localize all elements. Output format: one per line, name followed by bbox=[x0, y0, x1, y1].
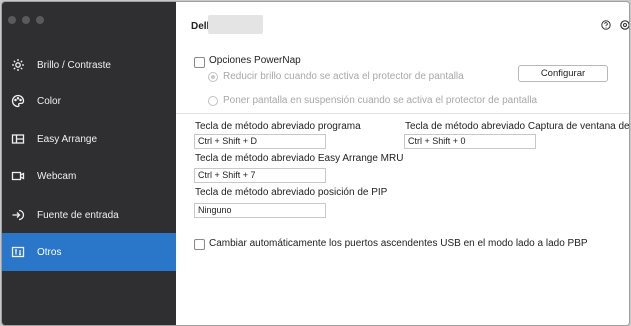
minimize-window-button[interactable] bbox=[22, 16, 30, 24]
program-shortcut-label: Tecla de método abreviado programa bbox=[195, 121, 361, 132]
program-shortcut-field[interactable]: Ctrl + Shift + D bbox=[194, 134, 326, 149]
sidebar-item-label: Otros bbox=[37, 246, 62, 258]
powernap-dim-radio[interactable] bbox=[208, 72, 218, 82]
capture-shortcut-label: Tecla de método abreviado Captura de ven… bbox=[405, 121, 630, 132]
sidebar-item-label: Fuente de entrada bbox=[37, 209, 119, 221]
powernap-sleep-label: Poner pantalla en suspensión cuando se a… bbox=[223, 95, 538, 106]
app-window: Brillo / Contraste Color Easy Arrange We… bbox=[1, 1, 630, 326]
sidebar-item-input-source[interactable]: Fuente de entrada bbox=[2, 196, 176, 234]
usb-auto-switch-checkbox[interactable] bbox=[194, 239, 205, 250]
configure-button[interactable]: Configurar bbox=[518, 65, 608, 82]
powernap-sleep-radio[interactable] bbox=[208, 96, 218, 106]
main-panel: Dell Opciones PowerNap Reducir brillo cu… bbox=[176, 2, 629, 325]
sidebar-item-brightness-contrast[interactable]: Brillo / Contraste bbox=[2, 46, 176, 84]
usb-auto-switch-label: Cambiar automáticamente los puertos asce… bbox=[209, 238, 588, 249]
monitor-model-redacted bbox=[208, 15, 263, 34]
powernap-checkbox[interactable] bbox=[194, 57, 205, 68]
close-window-button[interactable] bbox=[8, 16, 16, 24]
webcam-icon bbox=[11, 169, 25, 183]
input-source-icon bbox=[11, 208, 25, 222]
sidebar-item-label: Easy Arrange bbox=[37, 133, 98, 145]
pip-shortcut-label: Tecla de método abreviado posición de PI… bbox=[195, 187, 388, 198]
sidebar-item-label: Webcam bbox=[37, 170, 77, 182]
capture-shortcut-field[interactable]: Ctrl + Shift + 0 bbox=[404, 134, 536, 149]
sidebar: Brillo / Contraste Color Easy Arrange We… bbox=[2, 2, 176, 325]
layout-icon bbox=[11, 132, 25, 146]
easy-arrange-shortcut-field[interactable]: Ctrl + Shift + 7 bbox=[194, 168, 326, 183]
pip-shortcut-field[interactable]: Ninguno bbox=[194, 203, 326, 218]
monitor-model-label: Dell bbox=[191, 21, 210, 32]
help-icon[interactable] bbox=[601, 20, 611, 30]
easy-arrange-shortcut-label: Tecla de método abreviado Easy Arrange M… bbox=[195, 153, 404, 164]
sidebar-item-webcam[interactable]: Webcam bbox=[2, 157, 176, 195]
brightness-icon bbox=[11, 58, 25, 72]
palette-icon bbox=[11, 94, 25, 108]
sidebar-item-label: Color bbox=[37, 95, 61, 107]
powernap-dim-label: Reducir brillo cuando se activa el prote… bbox=[223, 71, 464, 82]
window-controls bbox=[8, 16, 44, 24]
sidebar-item-color[interactable]: Color bbox=[2, 82, 176, 120]
settings-icon[interactable] bbox=[619, 19, 629, 31]
powernap-label: Opciones PowerNap bbox=[209, 55, 301, 66]
section-divider bbox=[176, 113, 629, 114]
sidebar-item-label: Brillo / Contraste bbox=[37, 59, 111, 71]
zoom-window-button[interactable] bbox=[36, 16, 44, 24]
others-icon bbox=[11, 245, 25, 259]
sidebar-item-others[interactable]: Otros bbox=[2, 233, 176, 271]
sidebar-item-easy-arrange[interactable]: Easy Arrange bbox=[2, 120, 176, 158]
configure-button-label: Configurar bbox=[540, 68, 586, 79]
